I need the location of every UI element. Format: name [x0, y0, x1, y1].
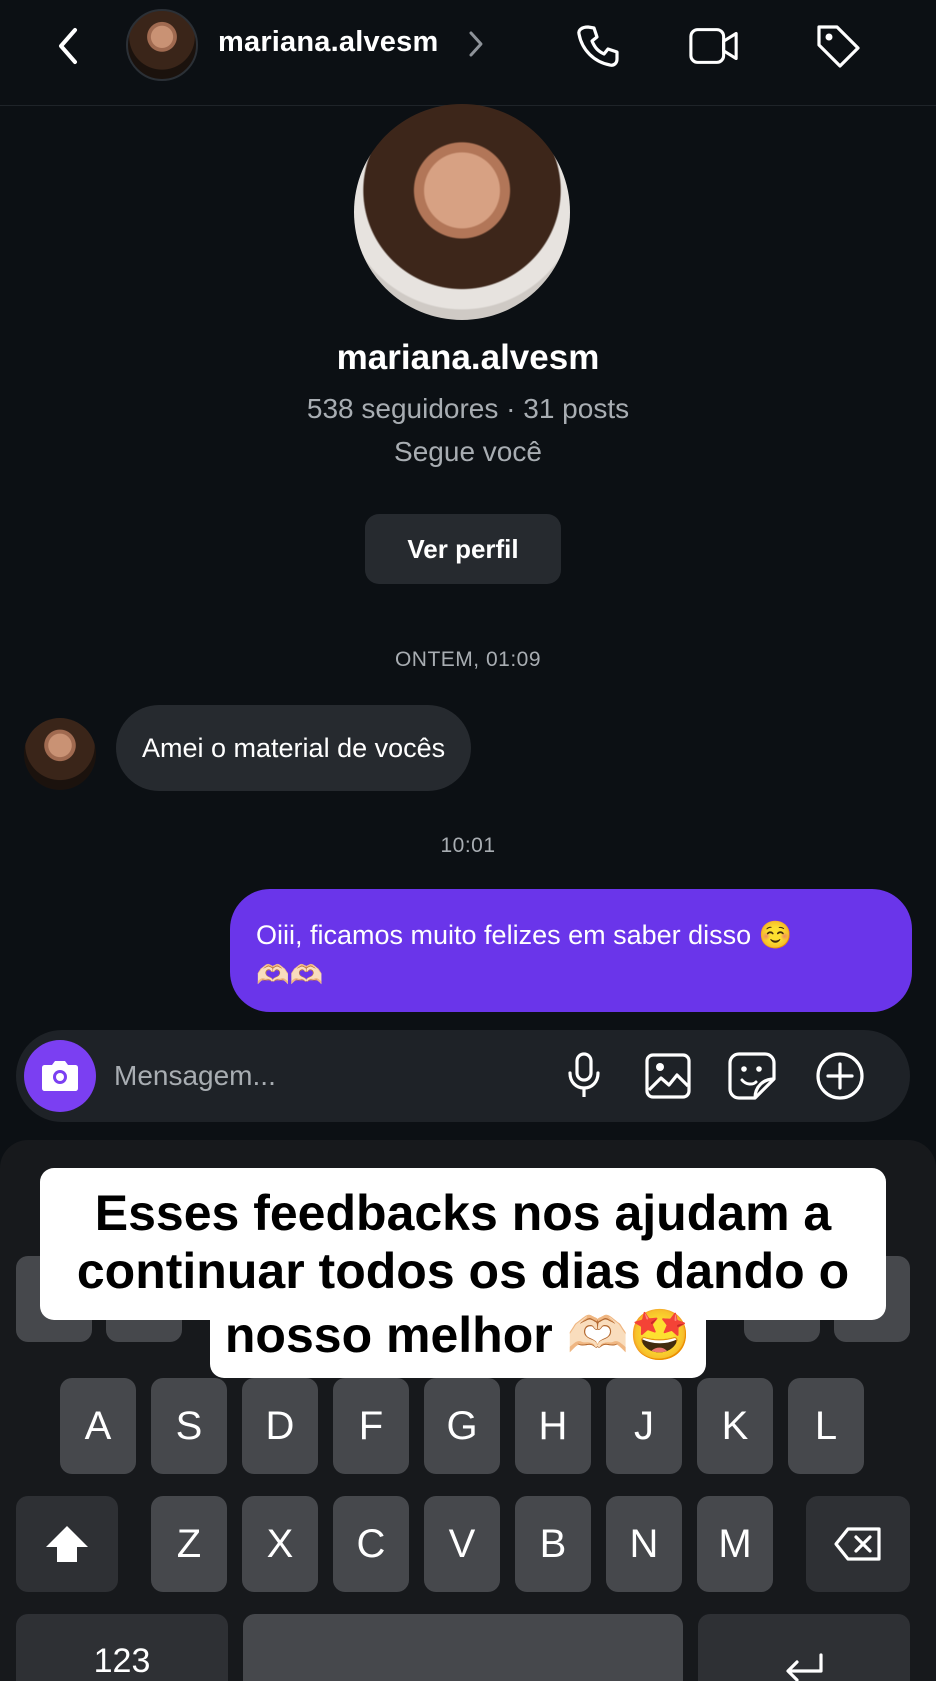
sender-avatar[interactable]	[24, 718, 96, 790]
key-b[interactable]: B	[515, 1496, 591, 1592]
video-call-button[interactable]	[688, 20, 740, 72]
caption-overlay: Esses feedbacks nos ajudam a continuar t…	[40, 1168, 886, 1320]
header-avatar[interactable]	[126, 9, 198, 81]
key-n[interactable]: N	[606, 1496, 682, 1592]
sticker-button[interactable]	[724, 1048, 780, 1104]
tag-icon	[817, 25, 860, 68]
key-a[interactable]: A	[60, 1378, 136, 1474]
back-button[interactable]	[50, 24, 86, 68]
follow-status: Segue você	[394, 436, 542, 467]
tag-button[interactable]	[812, 20, 864, 72]
message-input[interactable]	[114, 1052, 514, 1100]
key-z[interactable]: Z	[151, 1496, 227, 1592]
profile-stats: 538 seguidores · 31 posts	[306, 393, 630, 424]
plus-icon	[816, 1052, 864, 1100]
key-d[interactable]: D	[242, 1378, 318, 1474]
profile-name: mariana.alvesm	[336, 338, 600, 377]
gallery-icon	[645, 1053, 691, 1099]
message-composer	[16, 1030, 910, 1122]
shift-icon	[46, 1526, 88, 1562]
key-v[interactable]: V	[424, 1496, 500, 1592]
return-icon	[786, 1653, 823, 1681]
more-options-button[interactable]	[812, 1048, 868, 1104]
gallery-button[interactable]	[640, 1048, 696, 1104]
key-g[interactable]: G	[424, 1378, 500, 1474]
caption-line: Esses feedbacks nos ajudam a	[94, 1185, 832, 1241]
key-j[interactable]: J	[606, 1378, 682, 1474]
chat-header: mariana.alvesm	[0, 0, 936, 106]
camera-icon	[42, 1061, 78, 1091]
caption-line: nosso melhor 🫶🏻🤩	[224, 1307, 692, 1363]
view-profile-button[interactable]: Ver perfil	[365, 514, 561, 584]
key-x[interactable]: X	[242, 1496, 318, 1592]
backspace-icon	[834, 1527, 881, 1561]
key-f[interactable]: F	[333, 1378, 409, 1474]
back-icon	[59, 28, 77, 64]
key-c[interactable]: C	[333, 1496, 409, 1592]
profile-avatar[interactable]	[354, 104, 570, 320]
key-k[interactable]: K	[697, 1378, 773, 1474]
sticker-icon	[728, 1052, 776, 1100]
caption-line: continuar todos os dias dando o	[76, 1243, 850, 1299]
key-s[interactable]: S	[151, 1378, 227, 1474]
timestamp: 10:01	[440, 834, 496, 857]
return-key[interactable]	[698, 1614, 910, 1681]
caption-overlay-tail: nosso melhor 🫶🏻🤩	[210, 1300, 706, 1378]
message-line: 🫶🏻🫶🏻	[256, 960, 324, 990]
message-line: Oiii, ficamos muito felizes em saber dis…	[256, 920, 793, 950]
outgoing-message[interactable]: Oiii, ficamos muito felizes em saber dis…	[230, 889, 912, 1012]
microphone-icon	[568, 1052, 600, 1097]
key-l[interactable]: L	[788, 1378, 864, 1474]
shift-key[interactable]	[16, 1496, 118, 1592]
key-m[interactable]: M	[697, 1496, 773, 1592]
space-key[interactable]	[243, 1614, 683, 1681]
phone-icon	[577, 25, 619, 67]
camera-button[interactable]	[24, 1040, 96, 1112]
incoming-message[interactable]: Amei o material de vocês	[116, 705, 472, 791]
header-username[interactable]: mariana.alvesm	[218, 26, 438, 59]
numbers-key[interactable]: 123	[16, 1614, 228, 1681]
call-button[interactable]	[572, 20, 624, 72]
video-icon	[689, 28, 738, 64]
backspace-key[interactable]	[806, 1496, 910, 1592]
key-h[interactable]: H	[515, 1378, 591, 1474]
timestamp: ONTEM, 01:09	[394, 648, 542, 671]
chevron-right-icon[interactable]	[468, 30, 484, 58]
voice-message-button[interactable]	[556, 1048, 612, 1104]
